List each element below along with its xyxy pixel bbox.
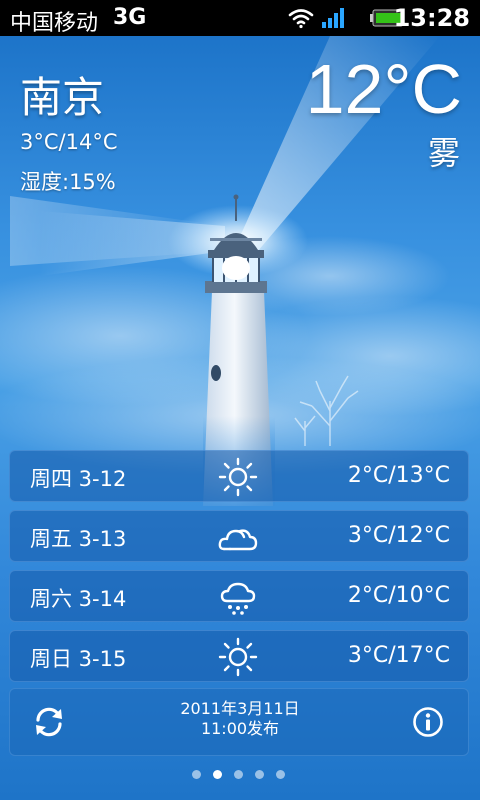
footer-bar: 2011年3月11日 11:00发布 — [9, 688, 469, 756]
page-dot-active[interactable] — [213, 770, 222, 779]
current-temperature: 12°C — [305, 50, 462, 128]
sunny-icon — [218, 637, 258, 677]
page-dot[interactable] — [276, 770, 285, 779]
network-type: 3G — [113, 5, 147, 30]
forecast-day: 周四 3-12 — [30, 467, 127, 491]
forecast-day: 周五 3-13 — [30, 527, 127, 551]
forecast-row[interactable]: 周日 3-15 3°C/17°C — [9, 630, 469, 682]
status-icons — [288, 8, 404, 29]
signal-icon — [322, 8, 344, 28]
forecast-temperature: 2°C/13°C — [347, 463, 450, 488]
forecast-row[interactable]: 周五 3-13 3°C/12°C — [9, 510, 469, 562]
weather-screen: 南京 3°C/14°C 湿度:15% 12°C 雾 周四 3-12 2°C/13… — [0, 36, 480, 800]
cloudy-icon — [218, 529, 258, 551]
page-dot[interactable] — [234, 770, 243, 779]
carrier-name: 中国移动 — [10, 11, 99, 36]
status-bar: 中国移动 3G 13:28 — [0, 0, 480, 36]
page-dot[interactable] — [192, 770, 201, 779]
wifi-icon — [288, 9, 314, 29]
forecast-row[interactable]: 周六 3-14 2°C/10°C — [9, 570, 469, 622]
clock: 13:28 — [393, 4, 470, 32]
temperature-range: 3°C/14°C — [20, 130, 118, 154]
forecast-temperature: 3°C/17°C — [347, 643, 450, 668]
forecast-day: 周日 3-15 — [30, 647, 127, 671]
publish-time: 11:00发布 — [200, 719, 280, 738]
forecast-row[interactable]: 周四 3-12 2°C/13°C — [9, 450, 469, 502]
forecast-temperature: 2°C/10°C — [347, 583, 450, 608]
forecast-day: 周六 3-14 — [30, 587, 127, 611]
page-dot[interactable] — [255, 770, 264, 779]
forecast-temperature: 3°C/12°C — [347, 523, 450, 548]
weather-condition: 雾 — [427, 134, 460, 172]
publish-date: 2011年3月11日 — [180, 699, 300, 718]
sunny-icon — [218, 457, 258, 497]
page-indicator — [0, 768, 480, 782]
refresh-icon[interactable] — [32, 705, 66, 739]
city-name: 南京 — [20, 73, 105, 122]
humidity: 湿度:15% — [20, 170, 116, 194]
publish-info: 2011年3月11日 11:00发布 — [140, 699, 340, 739]
rain-icon — [220, 582, 256, 615]
info-icon[interactable] — [412, 706, 444, 738]
